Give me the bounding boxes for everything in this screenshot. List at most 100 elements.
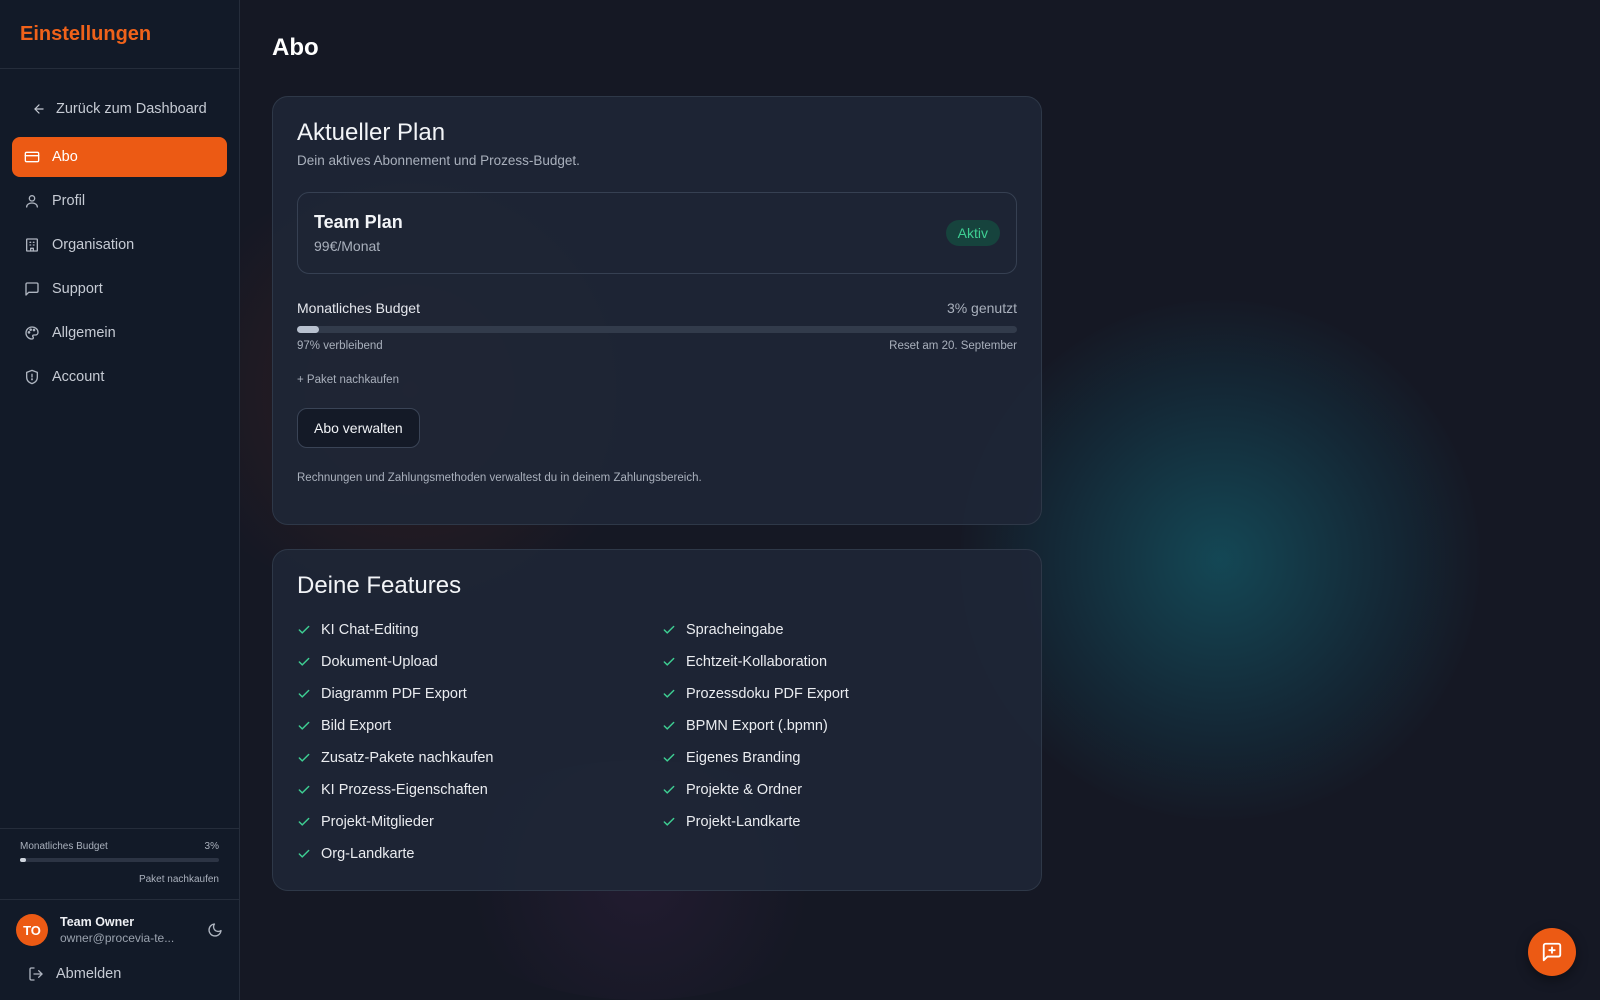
feature-label: Eigenes Branding bbox=[686, 750, 801, 766]
budget-used: 3% genutzt bbox=[946, 300, 1017, 316]
check-icon bbox=[297, 783, 311, 797]
sidebar-budget-percent: 3% bbox=[204, 841, 219, 852]
message-square-icon bbox=[24, 281, 40, 297]
sidebar-buy-package-link[interactable]: Paket nachkaufen bbox=[20, 874, 219, 885]
sidebar-item-account[interactable]: Account bbox=[12, 357, 227, 397]
feature-item: Projekte & Ordner bbox=[662, 780, 1002, 800]
sidebar-user: TO Team Owner owner@procevia-te... Abmel… bbox=[0, 899, 239, 1000]
card-title: Aktueller Plan bbox=[297, 119, 446, 146]
check-icon bbox=[662, 655, 676, 669]
page-title: Abo bbox=[272, 34, 319, 61]
building-icon bbox=[24, 237, 40, 253]
check-icon bbox=[297, 623, 311, 637]
manage-subscription-button[interactable]: Abo verwalten bbox=[297, 408, 420, 448]
billing-footnote: Rechnungen und Zahlungsmethoden verwalte… bbox=[297, 472, 702, 484]
sidebar-item-label: Account bbox=[52, 369, 105, 385]
moon-icon[interactable] bbox=[207, 922, 223, 938]
feature-label: BPMN Export (.bpmn) bbox=[686, 718, 828, 734]
feature-label: KI Prozess-Eigenschaften bbox=[321, 782, 488, 798]
check-icon bbox=[662, 687, 676, 701]
check-icon bbox=[662, 751, 676, 765]
check-icon bbox=[662, 783, 676, 797]
sidebar-budget-bar bbox=[20, 858, 219, 862]
sidebar-item-support[interactable]: Support bbox=[12, 269, 227, 309]
feature-item: Prozessdoku PDF Export bbox=[662, 684, 1002, 704]
chat-button[interactable] bbox=[1528, 928, 1576, 976]
feature-item: Dokument-Upload bbox=[297, 652, 662, 672]
budget-remaining: 97% verbleibend bbox=[297, 340, 383, 352]
buy-package-link[interactable]: + Paket nachkaufen bbox=[297, 374, 1017, 386]
sidebar-item-organisation[interactable]: Organisation bbox=[12, 225, 227, 265]
feature-item: Eigenes Branding bbox=[662, 748, 1002, 768]
user-email: owner@procevia-te... bbox=[60, 931, 175, 945]
sidebar-item-label: Allgemein bbox=[52, 325, 116, 341]
feature-label: KI Chat-Editing bbox=[321, 622, 419, 638]
sidebar-item-allgemein[interactable]: Allgemein bbox=[12, 313, 227, 353]
avatar: TO bbox=[16, 914, 48, 946]
credit-card-icon bbox=[24, 149, 40, 165]
feature-label: Org-Landkarte bbox=[321, 846, 415, 862]
feature-label: Spracheingabe bbox=[686, 622, 784, 638]
feature-item: Bild Export bbox=[297, 716, 662, 736]
budget-progress-bar bbox=[297, 326, 1017, 333]
sidebar-item-label: Support bbox=[52, 281, 103, 297]
user-icon bbox=[24, 193, 40, 209]
current-plan-card: Aktueller Plan Dein aktives Abonnement u… bbox=[272, 96, 1042, 525]
feature-label: Projekt-Mitglieder bbox=[321, 814, 434, 830]
check-icon bbox=[297, 815, 311, 829]
logout-label: Abmelden bbox=[56, 966, 122, 982]
feature-item: Projekt-Landkarte bbox=[662, 812, 1002, 832]
logout-button[interactable]: Abmelden bbox=[16, 954, 223, 994]
log-out-icon bbox=[28, 966, 44, 982]
back-to-dashboard-label: Zurück zum Dashboard bbox=[56, 101, 207, 117]
check-icon bbox=[297, 687, 311, 701]
check-icon bbox=[662, 623, 676, 637]
sidebar-budget-label: Monatliches Budget bbox=[20, 841, 108, 852]
sidebar-item-label: Abo bbox=[52, 149, 78, 165]
sidebar-title: Einstellungen bbox=[20, 22, 152, 45]
feature-item: BPMN Export (.bpmn) bbox=[662, 716, 1002, 736]
check-icon bbox=[297, 719, 311, 733]
plan-price: 99€/Monat bbox=[314, 238, 381, 254]
check-icon bbox=[297, 847, 311, 861]
sidebar-item-label: Profil bbox=[52, 193, 86, 209]
sidebar-item-label: Organisation bbox=[52, 237, 135, 253]
sidebar-item-abo[interactable]: Abo bbox=[12, 137, 227, 177]
feature-label: Projekte & Ordner bbox=[686, 782, 803, 798]
budget-progress-fill bbox=[297, 326, 319, 333]
feature-item: Diagramm PDF Export bbox=[297, 684, 662, 704]
sidebar: Einstellungen Zurück zum Dashboard Abo P… bbox=[0, 0, 240, 1000]
features-list: KI Chat-Editing Spracheingabe Dokument-Upl… bbox=[297, 620, 1017, 864]
sidebar-header: Einstellungen bbox=[0, 0, 239, 69]
feature-label: Dokument-Upload bbox=[321, 654, 438, 670]
sidebar-budget-fill bbox=[20, 858, 26, 862]
feature-label: Diagramm PDF Export bbox=[321, 686, 467, 702]
budget-label: Monatliches Budget bbox=[297, 300, 420, 316]
settings-nav: Abo Profil Organisation Support Allgemei… bbox=[0, 137, 239, 397]
shield-icon bbox=[24, 369, 40, 385]
check-icon bbox=[662, 815, 676, 829]
check-icon bbox=[297, 655, 311, 669]
feature-label: Bild Export bbox=[321, 718, 392, 734]
feature-item: Projekt-Mitglieder bbox=[297, 812, 662, 832]
feature-item: Org-Landkarte bbox=[297, 844, 662, 864]
main-content: Abo Aktueller Plan Dein aktives Abonneme… bbox=[272, 0, 1042, 891]
card-title: Deine Features bbox=[297, 572, 462, 599]
sidebar-item-profil[interactable]: Profil bbox=[12, 181, 227, 221]
plan-name: Team Plan bbox=[314, 212, 403, 232]
budget-reset-date: Reset am 20. September bbox=[889, 340, 1017, 352]
feature-item: KI Chat-Editing bbox=[297, 620, 662, 640]
feature-item: KI Prozess-Eigenschaften bbox=[297, 780, 662, 800]
card-subtitle: Dein aktives Abonnement und Prozess-Budg… bbox=[297, 153, 580, 168]
palette-icon bbox=[24, 325, 40, 341]
user-name: Team Owner bbox=[60, 915, 135, 929]
feature-item: Zusatz-Pakete nachkaufen bbox=[297, 748, 662, 768]
feature-label: Prozessdoku PDF Export bbox=[686, 686, 849, 702]
feature-item: Echtzeit-Kollaboration bbox=[662, 652, 1002, 672]
features-card: Deine Features KI Chat-Editing Spracheing… bbox=[272, 549, 1042, 891]
back-to-dashboard-link[interactable]: Zurück zum Dashboard bbox=[12, 93, 227, 125]
feature-label: Projekt-Landkarte bbox=[686, 814, 801, 830]
sidebar-budget: Monatliches Budget 3% Paket nachkaufen bbox=[0, 828, 239, 899]
feature-label: Echtzeit-Kollaboration bbox=[686, 654, 828, 670]
check-icon bbox=[297, 751, 311, 765]
